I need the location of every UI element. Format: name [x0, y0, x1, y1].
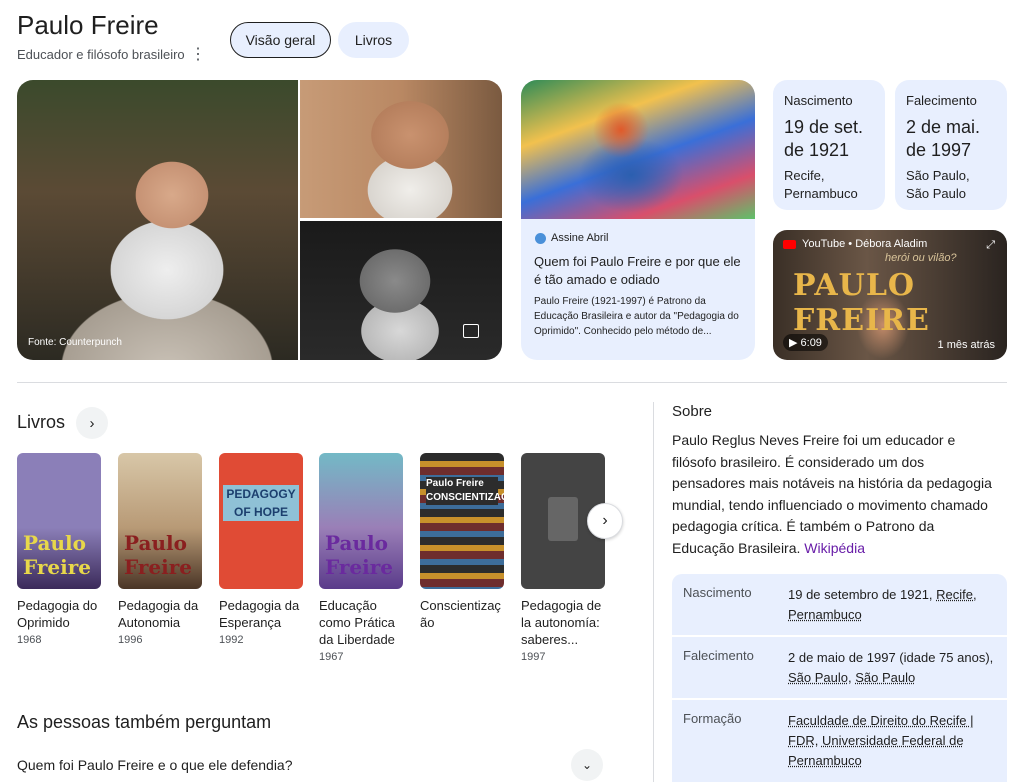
info-row-death: Falecimento 2 de maio de 1997 (idade 75 … [672, 637, 1007, 698]
paa-question[interactable]: Quem foi Paulo Freire e o que ele defend… [17, 757, 293, 773]
book-year: 1996 [118, 634, 143, 646]
book-item[interactable]: Paulo Freire Pedagogia da Autonomia 1996 [118, 453, 202, 646]
book-cover-text: Paulo Freire CONSCIENTIZAÇÃO [426, 477, 504, 505]
article-source: Assine Abril [535, 232, 608, 244]
wikipedia-link[interactable]: Wikipédia [804, 540, 865, 556]
book-year: 1997 [521, 651, 546, 663]
tab-livros[interactable]: Livros [338, 22, 409, 58]
chevron-right-icon: › [602, 512, 608, 529]
video-card[interactable]: YouTube • Débora Aladim ⤢ herói ou vilão… [773, 230, 1007, 360]
video-duration-text: 6:09 [800, 337, 822, 349]
article-title[interactable]: Quem foi Paulo Freire e por que ele é tã… [534, 253, 746, 289]
info-link-recife[interactable]: Recife [936, 587, 973, 602]
article-image [521, 80, 755, 219]
info-row-education: Formação Faculdade de Direito do Recife … [672, 700, 1007, 782]
fact-place: São Paulo, São Paulo [906, 168, 970, 201]
info-link-sao-paulo-city[interactable]: São Paulo [788, 670, 848, 685]
book-cover: PEDAGOGY OF HOPE [219, 453, 303, 589]
book-item[interactable]: Paulo Freire Educação como Prática da Li… [319, 453, 403, 663]
books-more-button[interactable]: › [76, 407, 108, 439]
source-favicon-icon [535, 232, 546, 244]
chevron-down-icon[interactable]: ⌄ [571, 749, 603, 781]
photo-bottom-right[interactable] [300, 221, 502, 360]
book-year: 1968 [17, 634, 42, 646]
book-cover-text: Paulo Freire [325, 531, 393, 579]
info-value: 19 de setembro de 1921, Recife, Pernambu… [788, 587, 977, 622]
article-snippet: Paulo Freire (1921-1997) é Patrono da Ed… [534, 296, 739, 337]
chevron-right-icon: › [89, 414, 95, 432]
video-age: 1 mês atrás [937, 339, 995, 351]
book-title: Pedagogia da Autonomia [118, 598, 199, 630]
info-value: Faculdade de Direito do Recife | FDR, Un… [788, 713, 974, 768]
info-link-pernambuco[interactable]: Pernambuco [788, 607, 862, 622]
book-item[interactable]: Paulo Freire Pedagogia do Oprimido 1968 [17, 453, 101, 646]
book-item[interactable]: Paulo Freire CONSCIENTIZAÇÃO Conscientiz… [420, 453, 504, 634]
about-heading: Sobre [672, 403, 713, 420]
video-duration: ▶ 6:09 [783, 334, 828, 351]
main-photo[interactable]: Fonte: Counterpunch [17, 80, 298, 360]
book-cover-text: Paulo Freire [23, 531, 91, 579]
book-cover-text: PEDAGOGY OF HOPE [223, 485, 299, 521]
info-link-ufpe[interactable]: Universidade Federal de Pernambuco [788, 733, 964, 768]
book-cover: Paulo Freire [17, 453, 101, 589]
about-text: Paulo Reglus Neves Freire foi um educado… [672, 430, 997, 560]
expand-icon[interactable]: ⤢ [986, 239, 995, 252]
books-next-button[interactable]: › [587, 503, 623, 539]
entity-subtitle: Educador e filósofo brasileiro [17, 47, 185, 62]
info-key: Formação [683, 711, 742, 726]
book-title: Pedagogia de la autonomía: saberes... [521, 598, 602, 647]
info-key: Nascimento [683, 585, 752, 600]
info-value: 2 de maio de 1997 (idade 75 anos), São P… [788, 650, 994, 685]
book-cover-text: Paulo Freire [124, 531, 192, 579]
fact-card-death[interactable]: Falecimento 2 de mai. de 1997 São Paulo,… [895, 80, 1007, 210]
book-title: Conscientização [420, 598, 501, 630]
video-overlay-small: herói ou vilão? [885, 252, 957, 264]
article-source-name: Assine Abril [551, 232, 609, 244]
book-year: 1967 [319, 651, 344, 663]
fact-date: 2 de mai. de 1997 [906, 117, 981, 160]
fact-label: Nascimento [784, 93, 853, 108]
image-icon [463, 324, 479, 338]
info-row-birth: Nascimento 19 de setembro de 1921, Recif… [672, 574, 1007, 635]
video-channel: YouTube • Débora Aladim [783, 238, 927, 250]
photo-credit: Fonte: Counterpunch [28, 337, 122, 348]
paa-heading: As pessoas também perguntam [17, 712, 272, 732]
section-divider [17, 382, 1007, 383]
tab-visao-geral[interactable]: Visão geral [230, 22, 331, 58]
book-cover: Paulo Freire [319, 453, 403, 589]
video-channel-name: YouTube • Débora Aladim [802, 238, 928, 250]
book-title: Educação como Prática da Liberdade [319, 598, 395, 647]
book-item[interactable]: Pedagogia de la autonomía: saberes... 19… [521, 453, 605, 663]
info-link-sao-paulo-state[interactable]: São Paulo [855, 670, 915, 685]
fact-place: Recife, Pernambuco [784, 168, 858, 201]
youtube-icon [783, 239, 796, 249]
more-options-icon[interactable]: ⋮ [190, 44, 206, 64]
column-divider [653, 402, 654, 782]
photo-top-right[interactable] [300, 80, 502, 218]
info-value-text: 19 de setembro de 1921, [788, 587, 937, 602]
book-year: 1992 [219, 634, 244, 646]
book-title: Pedagogia do Oprimido [17, 598, 98, 630]
book-title: Pedagogia da Esperança [219, 598, 300, 630]
book-placeholder-icon [548, 497, 578, 541]
fact-label: Falecimento [906, 93, 977, 108]
about-description: Paulo Reglus Neves Freire foi um educado… [672, 432, 992, 556]
book-item[interactable]: PEDAGOGY OF HOPE Pedagogia da Esperança … [219, 453, 303, 646]
book-cover: Paulo Freire CONSCIENTIZAÇÃO [420, 453, 504, 589]
book-cover: Paulo Freire [118, 453, 202, 589]
video-overlay-title: PAULO FREIRE [793, 268, 930, 338]
play-icon: ▶ [789, 337, 801, 349]
article-card[interactable]: Assine Abril Quem foi Paulo Freire e por… [521, 80, 755, 360]
info-key: Falecimento [683, 648, 754, 663]
fact-card-birth[interactable]: Nascimento 19 de set. de 1921 Recife, Pe… [773, 80, 885, 210]
fact-date: 19 de set. de 1921 [784, 117, 864, 160]
info-value-text: 2 de maio de 1997 (idade 75 anos), [788, 650, 994, 665]
entity-title: Paulo Freire [17, 10, 159, 40]
books-heading[interactable]: Livros [17, 412, 65, 433]
